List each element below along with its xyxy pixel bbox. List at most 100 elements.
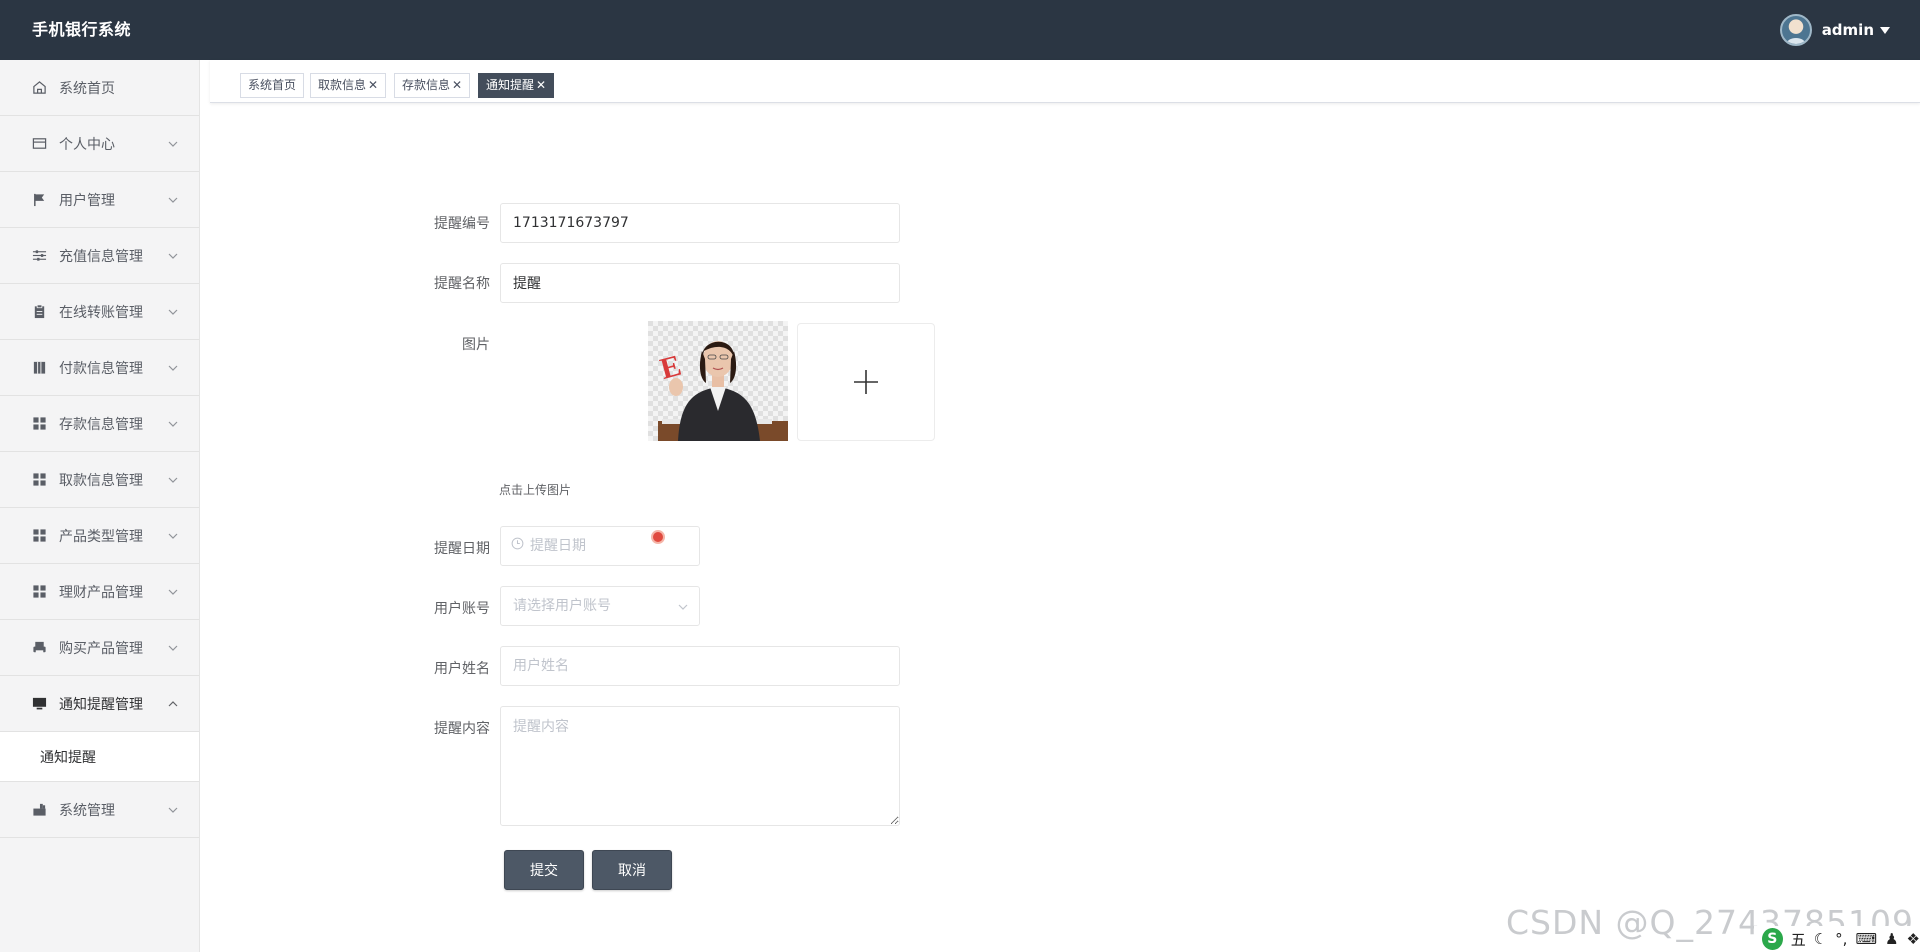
home-icon — [31, 79, 48, 96]
user-menu[interactable]: admin — [1779, 14, 1890, 46]
flag-icon — [31, 191, 48, 208]
uploaded-image-thumbnail[interactable]: E — [648, 321, 788, 441]
reminder-no-label: 提醒编号 — [434, 216, 490, 232]
sidebar-item-transfer[interactable]: 在线转账管理 — [0, 284, 199, 340]
tag-label: 取款信息 — [318, 78, 367, 92]
sidebar-item-label: 通知提醒管理 — [59, 696, 143, 713]
chevron-down-icon — [168, 645, 178, 651]
sidebar-item-label: 系统首页 — [59, 80, 115, 97]
tag-label: 存款信息 — [402, 78, 451, 92]
tags-view-bar: 系统首页 取款信息 ✕ 存款信息 ✕ 通知提醒 ✕ — [210, 60, 1920, 103]
chevron-down-icon — [168, 253, 178, 259]
tag-notification[interactable]: 通知提醒 ✕ — [478, 73, 555, 98]
chart-icon — [31, 801, 48, 818]
sidebar-item-withdraw[interactable]: 取款信息管理 — [0, 452, 199, 508]
user-icon[interactable]: ♟ — [1885, 930, 1898, 948]
user-name-input[interactable] — [500, 646, 900, 686]
tag-label: 通知提醒 — [486, 78, 535, 92]
sidebar-item-home[interactable]: 系统首页 — [0, 60, 199, 116]
sidebar-item-deposit[interactable]: 存款信息管理 — [0, 396, 199, 452]
chevron-up-icon — [168, 701, 178, 707]
sidebar-item-label: 个人中心 — [59, 136, 115, 153]
card-icon — [31, 135, 48, 152]
keyboard-icon[interactable]: ⌨ — [1855, 930, 1877, 948]
sidebar-item-label: 充值信息管理 — [59, 248, 143, 265]
sidebar-item-notification[interactable]: 通知提醒管理 — [0, 676, 199, 732]
chevron-down-icon — [168, 421, 178, 427]
grid-icon — [31, 471, 48, 488]
reminder-date-picker[interactable]: 提醒日期 — [500, 526, 700, 566]
sidebar-item-payment[interactable]: 付款信息管理 — [0, 340, 199, 396]
reminder-no-input[interactable] — [500, 203, 900, 243]
tag-home[interactable]: 系统首页 — [240, 73, 305, 98]
sogou-logo-icon[interactable]: S — [1762, 928, 1783, 950]
sidebar-item-purchase[interactable]: 购买产品管理 — [0, 620, 199, 676]
sidebar-item-users[interactable]: 用户管理 — [0, 172, 199, 228]
apps-icon[interactable]: ❖ — [1907, 930, 1920, 948]
upload-tip: 点击上传图片 — [499, 483, 572, 497]
close-icon[interactable]: ✕ — [536, 78, 546, 92]
app-title: 手机银行系统 — [32, 20, 132, 39]
sidebar: 系统首页 个人中心 用户管理 充值信息管理 在线转账管理 付款信息管理 存款信息… — [0, 60, 200, 952]
ime-mode-label[interactable]: 五 — [1791, 929, 1806, 950]
sidebar-item-product-type[interactable]: 产品类型管理 — [0, 508, 199, 564]
chevron-down-icon — [168, 477, 178, 483]
user-account-placeholder: 请选择用户账号 — [513, 598, 611, 614]
user-account-select[interactable]: 请选择用户账号 — [500, 586, 700, 626]
chevron-down-icon — [168, 533, 178, 539]
avatar[interactable] — [1779, 14, 1812, 46]
chevron-down-icon — [168, 309, 178, 315]
user-name[interactable]: admin — [1822, 21, 1874, 39]
sidebar-item-label: 系统管理 — [59, 802, 115, 819]
reminder-content-textarea[interactable] — [500, 706, 900, 826]
close-icon[interactable]: ✕ — [452, 78, 462, 92]
close-icon[interactable]: ✕ — [368, 78, 378, 92]
reminder-name-input[interactable] — [500, 263, 900, 303]
moon-icon[interactable]: ☾ — [1814, 930, 1827, 948]
grid-icon — [31, 527, 48, 544]
reminder-name-label: 提醒名称 — [434, 276, 490, 292]
chevron-down-icon — [678, 604, 688, 610]
sidebar-item-label: 用户管理 — [59, 192, 115, 209]
sidebar-item-label: 取款信息管理 — [59, 472, 143, 489]
sidebar-item-wealth-product[interactable]: 理财产品管理 — [0, 564, 199, 620]
chevron-down-icon — [168, 141, 178, 147]
cancel-button[interactable]: 取消 — [592, 850, 672, 890]
reminder-date-placeholder: 提醒日期 — [530, 538, 586, 554]
clock-icon — [511, 527, 524, 565]
sidebar-item-label: 付款信息管理 — [59, 360, 143, 377]
clipboard-icon — [31, 303, 48, 320]
sidebar-item-recharge[interactable]: 充值信息管理 — [0, 228, 199, 284]
reminder-date-label: 提醒日期 — [434, 541, 490, 557]
monitor-icon — [31, 695, 48, 712]
chevron-down-icon — [168, 365, 178, 371]
punctuation-icon[interactable]: °, — [1835, 930, 1847, 948]
caret-down-icon[interactable] — [1880, 26, 1890, 34]
book-icon — [31, 359, 48, 376]
chevron-down-icon — [168, 589, 178, 595]
sidebar-item-system[interactable]: 系统管理 — [0, 782, 199, 838]
sidebar-item-label: 产品类型管理 — [59, 528, 143, 545]
reminder-content-label: 提醒内容 — [434, 721, 490, 737]
submenu-item-notification[interactable]: 通知提醒 — [0, 732, 199, 782]
user-name-label: 用户姓名 — [434, 661, 490, 677]
grid-icon — [31, 415, 48, 432]
chevron-down-icon — [168, 807, 178, 813]
tag-label: 系统首页 — [248, 78, 297, 92]
image-label: 图片 — [462, 337, 490, 353]
sidebar-item-label: 购买产品管理 — [59, 640, 143, 657]
uploaded-photo: E — [648, 321, 788, 441]
ime-tray: S 五 ☾ °, ⌨ ♟ ❖ — [1754, 926, 1920, 952]
top-header: 手机银行系统 admin — [0, 0, 1920, 60]
sidebar-item-label: 存款信息管理 — [59, 416, 143, 433]
sidebar-item-label: 理财产品管理 — [59, 584, 143, 601]
tag-withdraw-info[interactable]: 取款信息 ✕ — [310, 73, 387, 98]
printer-icon — [31, 639, 48, 656]
tag-deposit-info[interactable]: 存款信息 ✕ — [394, 73, 471, 98]
upload-button[interactable] — [797, 323, 935, 441]
plus-icon — [854, 370, 878, 394]
sidebar-item-personal-center[interactable]: 个人中心 — [0, 116, 199, 172]
submit-button[interactable]: 提交 — [504, 850, 584, 890]
sliders-icon — [31, 247, 48, 264]
mouse-cursor-indicator — [651, 530, 665, 544]
